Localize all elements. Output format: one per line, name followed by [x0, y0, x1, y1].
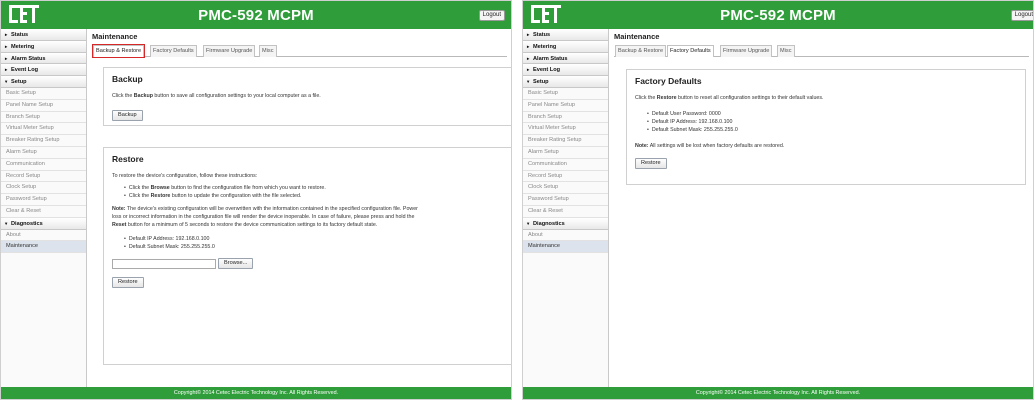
sidebar-item-diagnostics[interactable]: ▾ Diagnostics — [1, 217, 86, 230]
tab-backup-restore[interactable]: Backup & Restore — [91, 44, 146, 58]
sidebar-item-alarm-setup[interactable]: Alarm Setup — [523, 147, 608, 159]
tab-misc[interactable]: Misc — [259, 45, 277, 57]
header-bar: PMC-592 MCPM Logout — [523, 1, 1033, 29]
sidebar-item-record-setup[interactable]: Record Setup — [523, 171, 608, 183]
sidebar-item-about[interactable]: About — [1, 230, 86, 242]
sidebar-item-clear-reset[interactable]: Clear & Reset — [523, 206, 608, 218]
sidebar-item-clock-setup[interactable]: Clock Setup — [1, 182, 86, 195]
tab-firmware-upgrade[interactable]: Firmware Upgrade — [720, 45, 773, 57]
sidebar-item-password-setup[interactable]: Password Setup — [523, 194, 608, 206]
restore-intro: To restore the device's configuration, f… — [112, 173, 258, 179]
restore-file-input[interactable] — [112, 259, 216, 269]
sidebar-item-clock-setup[interactable]: Clock Setup — [523, 182, 608, 195]
sidebar-item-about[interactable]: About — [523, 230, 608, 242]
page-title: Maintenance — [614, 32, 660, 41]
sidebar-item-record-setup[interactable]: Record Setup — [1, 171, 86, 183]
sidebar: ▸ Status ▸ Metering ▸ Alarm Status ▸ Event L… — [1, 29, 87, 387]
sidebar-item-setup[interactable]: ▾ Setup — [1, 76, 86, 88]
default-user-password: • Default User Password: 0000 — [647, 111, 721, 117]
sidebar-item-virtual-meter-setup[interactable]: Virtual Meter Setup — [523, 123, 608, 136]
tab-misc[interactable]: Misc — [777, 45, 795, 57]
sidebar-item-diagnostics[interactable]: ▾ Diagnostics — [523, 217, 608, 230]
restore-section: Restore To restore the device's configur… — [103, 147, 511, 365]
sidebar-item-setup[interactable]: ▾ Setup — [523, 76, 608, 88]
screenshot-backup-restore: PMC-592 MCPM Logout ▸ Status ▸ Metering ▸ A… — [0, 0, 512, 400]
sidebar-item-panel-name-setup[interactable]: Panel Name Setup — [523, 100, 608, 112]
screenshot-factory-defaults: PMC-592 MCPM Logout ▸ Status ▸ Metering ▸ A… — [522, 0, 1034, 400]
default-ip-address: • Default IP Address: 192.168.0.100 — [647, 119, 733, 125]
tab-factory-defaults[interactable]: Factory Defaults — [667, 45, 714, 57]
main-content: Maintenance Backup & Restore Factory Def… — [610, 29, 1033, 387]
sidebar-item-virtual-meter-setup[interactable]: Virtual Meter Setup — [1, 123, 86, 136]
sidebar-item-maintenance[interactable]: Maintenance — [1, 241, 86, 254]
tab-firmware-upgrade[interactable]: Firmware Upgrade — [203, 45, 256, 57]
restore-default-ip: • Default IP Address: 192.168.0.100 — [124, 236, 210, 242]
logout-button[interactable]: Logout — [1010, 10, 1033, 21]
factory-defaults-section: Factory Defaults Click the Restore butto… — [626, 69, 1026, 185]
restore-step-1: • Click the Browse button to find the co… — [124, 185, 326, 191]
sidebar-item-breaker-rating-setup[interactable]: Breaker Rating Setup — [1, 135, 86, 147]
sidebar-item-metering[interactable]: ▸ Metering — [523, 40, 608, 53]
sidebar-item-basic-setup[interactable]: Basic Setup — [523, 88, 608, 100]
tab-factory-defaults[interactable]: Factory Defaults — [150, 45, 197, 57]
sidebar-item-communication[interactable]: Communication — [523, 159, 608, 171]
sidebar-item-branch-setup[interactable]: Branch Setup — [523, 112, 608, 124]
sidebar: ▸ Status ▸ Metering ▸ Alarm Status ▸ Event L… — [523, 29, 609, 387]
restore-note-line-1: Note: The device's existing configuratio… — [112, 206, 418, 212]
sidebar-item-alarm-status[interactable]: ▸ Alarm Status — [1, 52, 86, 65]
page-title: Maintenance — [92, 32, 138, 41]
sidebar-item-alarm-setup[interactable]: Alarm Setup — [1, 147, 86, 159]
sidebar-item-metering[interactable]: ▸ Metering — [1, 40, 86, 53]
restore-step-2: • Click the Restore button to update the… — [124, 193, 302, 199]
app-title: PMC-592 MCPM — [198, 7, 314, 24]
backup-title: Backup — [112, 74, 143, 84]
restore-defaults-button[interactable]: Restore — [635, 158, 667, 169]
sidebar-item-basic-setup[interactable]: Basic Setup — [1, 88, 86, 100]
app-title: PMC-592 MCPM — [720, 7, 836, 24]
default-subnet-mask: • Default Subnet Mask: 255.255.255.0 — [647, 127, 738, 133]
restore-note-line-2: loss or incorrect information in the con… — [112, 214, 415, 220]
sidebar-item-branch-setup[interactable]: Branch Setup — [1, 112, 86, 124]
logout-button[interactable]: Logout — [478, 10, 505, 21]
restore-button[interactable]: Restore — [112, 277, 144, 288]
backup-button[interactable]: Backup — [112, 110, 143, 121]
restore-default-mask: • Default Subnet Mask: 255.255.255.0 — [124, 244, 215, 250]
browse-button[interactable]: Browse... — [218, 258, 254, 269]
sidebar-item-event-log[interactable]: ▸ Event Log — [1, 64, 86, 77]
tab-bar: Backup & Restore Factory Defaults Firmwa… — [91, 44, 507, 58]
main-content: Maintenance Backup & Restore Factory Def… — [88, 29, 511, 387]
tab-bar: Backup & Restore Factory Defaults Firmwa… — [614, 45, 1029, 57]
sidebar-item-alarm-status[interactable]: ▸ Alarm Status — [523, 52, 608, 65]
backup-section: Backup Click the Backup button to save a… — [103, 67, 511, 126]
backup-description: Click the Backup button to save all conf… — [112, 93, 321, 99]
sidebar-item-password-setup[interactable]: Password Setup — [1, 194, 86, 206]
sidebar-item-event-log[interactable]: ▸ Event Log — [523, 64, 608, 77]
sidebar-item-breaker-rating-setup[interactable]: Breaker Rating Setup — [523, 135, 608, 147]
footer: Copyright© 2014 Cetec Electric Technolog… — [523, 387, 1033, 399]
factory-defaults-title: Factory Defaults — [635, 76, 702, 86]
sidebar-item-status[interactable]: ▸ Status — [1, 29, 86, 41]
header-bar: PMC-592 MCPM Logout — [1, 1, 511, 29]
factory-defaults-description: Click the Restore button to reset all co… — [635, 95, 824, 101]
footer: Copyright© 2014 Cetec Electric Technolog… — [1, 387, 511, 399]
sidebar-item-maintenance[interactable]: Maintenance — [523, 241, 608, 254]
sidebar-item-status[interactable]: ▸ Status — [523, 29, 608, 41]
sidebar-item-communication[interactable]: Communication — [1, 159, 86, 171]
factory-defaults-note: Note: All settings will be lost when fac… — [635, 143, 785, 149]
sidebar-item-clear-reset[interactable]: Clear & Reset — [1, 206, 86, 218]
restore-title: Restore — [112, 154, 144, 164]
restore-note-line-3: Reset button for a minimum of 5 seconds … — [112, 222, 378, 228]
sidebar-item-panel-name-setup[interactable]: Panel Name Setup — [1, 100, 86, 112]
tab-backup-restore[interactable]: Backup & Restore — [615, 45, 667, 57]
